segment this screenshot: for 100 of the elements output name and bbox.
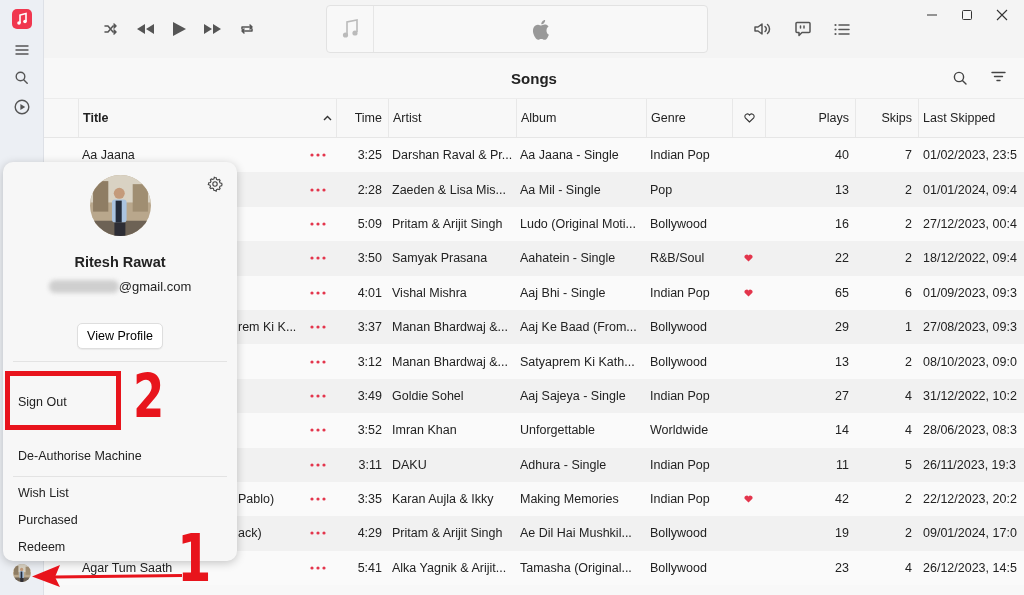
table-cell-text: 27/12/2023, 00:4 [922,216,1018,231]
heart-icon[interactable] [744,254,753,263]
table-cell-text: 65 [834,285,850,300]
more-options-icon[interactable] [310,221,326,226]
table-cell-text: 2:28 [356,182,383,197]
lyrics-icon[interactable] [795,21,811,37]
play-circle-icon[interactable] [13,99,30,115]
table-cell-text: Imran Khan [391,423,458,438]
more-options-icon[interactable] [310,462,326,467]
table-cell-text: Tamasha (Original... [519,560,633,575]
table-cell-text: Aaj Bhi - Single [519,285,607,300]
column-header[interactable]: Artist [388,99,516,137]
column-header[interactable]: Genre [646,99,732,137]
table-cell-text: 4:29 [356,526,383,541]
table-cell-text: 13 [834,182,850,197]
table-cell-text: 01/01/2024, 09:4 [922,182,1018,197]
column-header[interactable]: Skips [855,99,918,137]
table-cell-text: 3:12 [356,354,383,369]
table-cell-text: Goldie Sohel [391,388,465,403]
step-number: 1 [177,526,212,592]
more-options-icon[interactable] [310,428,326,433]
more-options-icon[interactable] [310,325,326,330]
more-options-icon[interactable] [310,359,326,364]
search-icon[interactable] [953,71,967,85]
column-header[interactable]: Album [516,99,646,137]
view-profile-button[interactable]: View Profile [77,323,163,349]
table-cell-text: Karan Aujla & Ikky [391,492,495,507]
more-options-icon[interactable] [310,153,326,158]
table-cell-text: 3:37 [356,320,383,335]
table-cell-text: 2 [904,216,913,231]
table-cell-text: 2 [904,354,913,369]
app-logo[interactable] [11,9,32,29]
menu-icon[interactable] [14,44,29,56]
more-options-icon[interactable] [310,187,326,192]
table-cell-text: Manan Bhardwaj &... [391,354,510,369]
more-options-icon[interactable] [310,393,326,398]
table-cell-text: 4 [904,560,913,575]
table-cell-text: 3:49 [356,388,383,403]
menu-item[interactable]: Redeem [13,534,66,561]
column-header[interactable]: Time [336,99,388,137]
song-title: ack) [237,526,263,541]
table-cell-text: 11 [835,457,850,472]
table-cell-text: 4 [904,423,913,438]
table-cell-text: Bollywood [649,216,708,231]
table-cell-text: Indian Pop [649,285,711,300]
settings-icon[interactable] [207,176,223,192]
table-cell-text: 1 [904,320,913,335]
column-header[interactable]: Title [78,99,336,137]
more-options-icon[interactable] [310,497,326,502]
table-cell-text: 27 [834,388,850,403]
table-cell-text: R&B/Soul [649,251,706,266]
heart-icon[interactable] [744,288,753,297]
account-name: Ritesh Rawat [74,254,166,270]
play-icon[interactable] [172,21,186,37]
column-header[interactable]: Plays [765,99,855,137]
table-cell-text: Making Memories [519,492,620,507]
table-cell-text: 01/02/2023, 23:5 [922,148,1018,163]
more-options-icon[interactable] [310,256,326,261]
close-icon[interactable] [996,9,1008,21]
column-header[interactable]: Last Skipped [918,99,1024,137]
blurred-text [48,280,119,293]
table-cell-text: Adhura - Single [519,457,608,472]
fast-forward-icon[interactable] [203,23,223,35]
table-cell-text: 09/01/2024, 17:0 [922,526,1018,541]
table-cell-text: 2 [904,251,913,266]
heart-icon[interactable] [744,495,753,504]
rewind-icon[interactable] [135,23,155,35]
repeat-icon[interactable] [240,23,254,35]
table-cell-text: Aa Mil - Single [519,182,602,197]
table-cell-text: 26/12/2023, 14:5 [922,560,1018,575]
table-cell-text: 22 [834,251,850,266]
table-cell-text: DAKU [391,457,428,472]
menu-item[interactable]: De-Authorise Machine [13,443,142,470]
menu-item[interactable]: Purchased [13,507,78,534]
table-cell-text: 40 [834,148,850,163]
filter-icon[interactable] [991,71,1006,82]
avatar-button[interactable] [13,564,31,582]
song-title: Aa Jaana [81,148,136,163]
table-cell-text: 3:35 [356,492,383,507]
more-options-icon[interactable] [310,531,326,536]
table-cell-text: Indian Pop [649,492,711,507]
volume-icon[interactable] [754,22,772,36]
page-title: Songs [511,69,557,87]
table-cell-text: Bollywood [649,354,708,369]
maximize-icon[interactable] [961,9,973,21]
table-cell-text: 3:25 [356,148,383,163]
table-cell-text: Aahatein - Single [519,251,617,266]
more-options-icon[interactable] [310,290,326,295]
search-icon[interactable] [15,71,28,84]
song-title: Agar Tum Saath [81,560,174,575]
menu-item[interactable]: Sign Out [13,389,67,416]
table-cell-text: Aa Jaana - Single [519,148,620,163]
queue-icon[interactable] [834,22,850,36]
more-options-icon[interactable] [310,565,326,570]
shuffle-icon[interactable] [104,23,118,35]
table-cell-text: Worldwide [649,423,710,438]
account-email: @gmail.com [118,279,192,294]
menu-item[interactable]: Wish List [13,480,69,507]
apple-icon [531,18,550,40]
table-cell-text: 13 [834,354,850,369]
